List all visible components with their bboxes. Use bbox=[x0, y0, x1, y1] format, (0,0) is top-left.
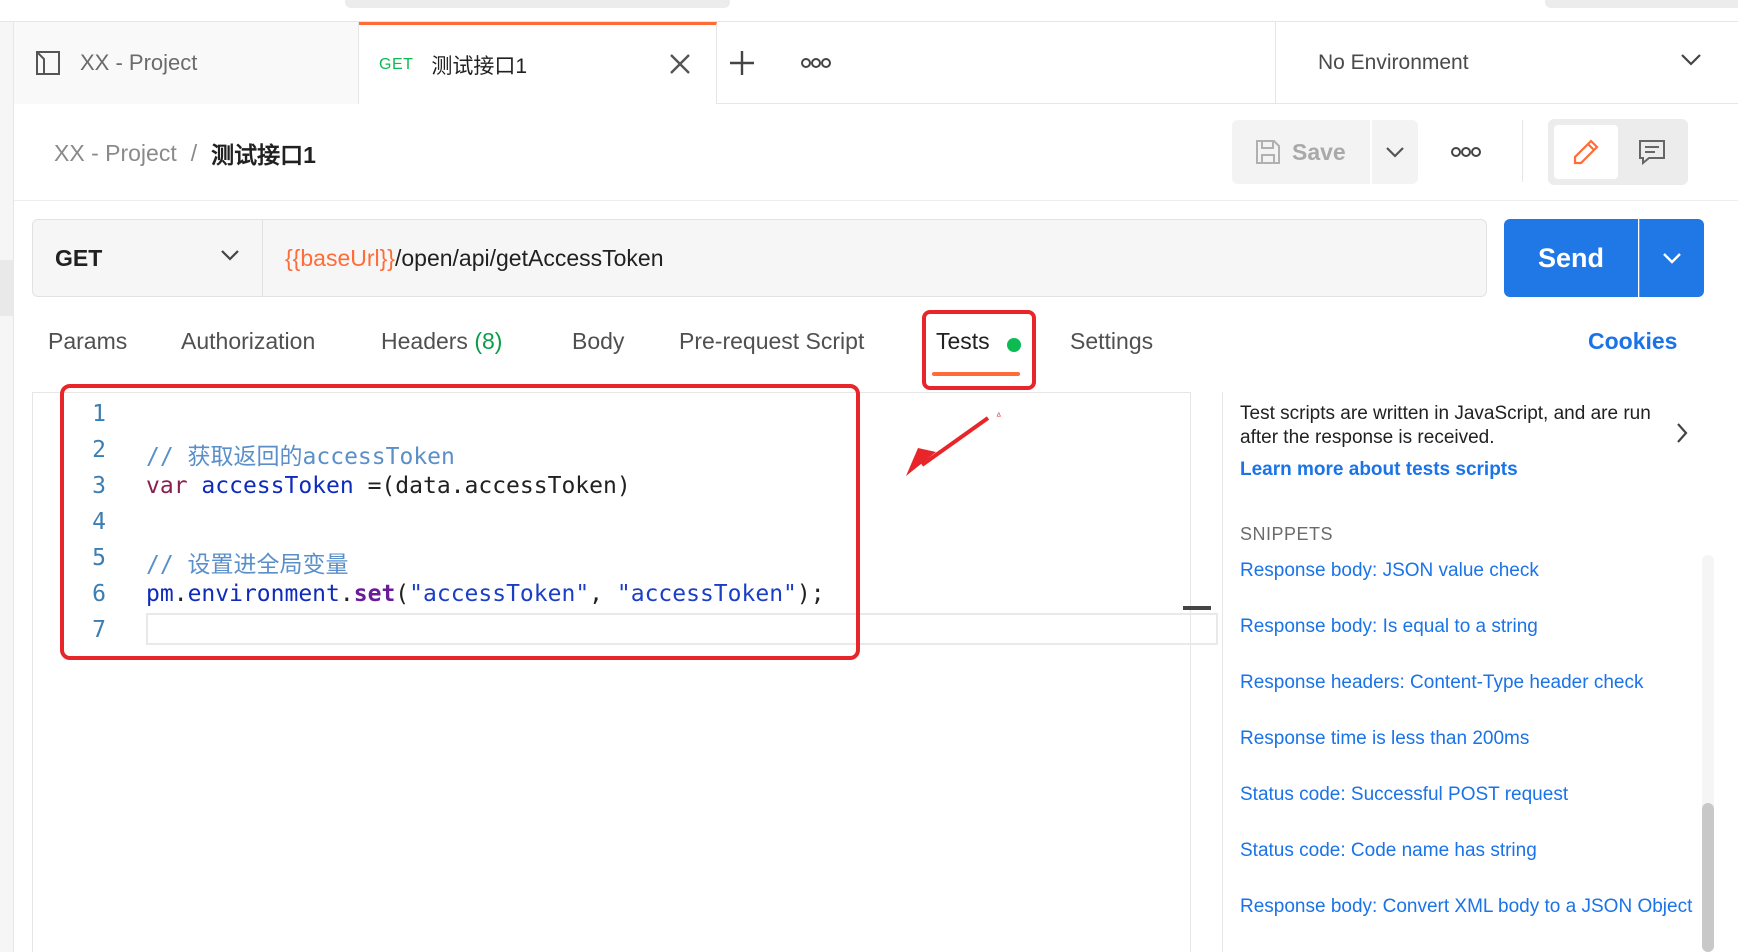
left-edge-panel bbox=[0, 22, 14, 952]
learn-more-link[interactable]: Learn more about tests scripts bbox=[1240, 459, 1518, 481]
save-label: Save bbox=[1292, 138, 1346, 165]
snippets-description: Test scripts are written in JavaScript, … bbox=[1240, 403, 1651, 448]
edit-mode-button[interactable] bbox=[1554, 125, 1618, 179]
method-selector[interactable]: GET bbox=[32, 219, 263, 297]
chevron-down-icon bbox=[1662, 252, 1682, 264]
breadcrumb-current[interactable]: 测试接口1 bbox=[211, 136, 316, 170]
chevron-down-icon bbox=[1680, 53, 1702, 67]
method-label: GET bbox=[55, 244, 103, 271]
collection-icon bbox=[34, 49, 62, 77]
snippet-link[interactable]: Response headers: Content-Type header ch… bbox=[1240, 671, 1695, 695]
tab-label: XX - Project bbox=[80, 50, 198, 75]
tab-label: 测试接口1 bbox=[431, 54, 528, 78]
view-mode-toggle bbox=[1548, 119, 1688, 185]
tab-body[interactable]: Body bbox=[572, 328, 624, 355]
close-icon[interactable] bbox=[668, 52, 692, 76]
edit-icon bbox=[1571, 137, 1601, 167]
tab-project-overview[interactable]: XX - Project bbox=[14, 22, 359, 104]
snippet-link[interactable]: Response body: Convert XML body to a JSO… bbox=[1240, 895, 1695, 919]
annotation-box-tests-tab bbox=[922, 310, 1036, 390]
annotation-box-code bbox=[60, 384, 860, 660]
environment-selector[interactable]: No Environment bbox=[1275, 22, 1738, 104]
snippet-link[interactable]: Status code: Code name has string bbox=[1240, 839, 1695, 863]
toolbar-divider bbox=[1522, 120, 1523, 182]
tab-options-button[interactable] bbox=[786, 22, 846, 104]
tab-authorization[interactable]: Authorization bbox=[181, 328, 315, 355]
tab-headers[interactable]: Headers (8) bbox=[381, 328, 502, 355]
editor-scrollbar[interactable] bbox=[1183, 392, 1222, 952]
send-button[interactable]: Send bbox=[1504, 219, 1638, 297]
save-button[interactable]: Save bbox=[1232, 120, 1370, 184]
header-divider bbox=[14, 200, 1738, 201]
breadcrumb: XX - Project / 测试接口1 bbox=[54, 136, 316, 170]
breadcrumb-separator: / bbox=[190, 139, 198, 166]
chevron-right-icon[interactable] bbox=[1676, 422, 1688, 444]
tab-params[interactable]: Params bbox=[48, 328, 127, 355]
comments-button[interactable] bbox=[1620, 125, 1684, 179]
request-options-button[interactable] bbox=[1440, 120, 1492, 184]
arrow-annotation bbox=[900, 410, 990, 480]
snippets-title: SNIPPETS bbox=[1240, 524, 1334, 544]
more-icon bbox=[1451, 146, 1481, 158]
tab-settings[interactable]: Settings bbox=[1070, 328, 1153, 355]
tab-method-badge: GET bbox=[379, 55, 414, 73]
new-tab-button[interactable] bbox=[712, 22, 772, 104]
tab-headers-label: Headers bbox=[381, 328, 468, 354]
snippet-link[interactable]: Response body: JSON value check bbox=[1240, 559, 1695, 583]
url-path: /open/api/getAccessToken bbox=[394, 244, 664, 271]
chevron-down-icon bbox=[220, 249, 240, 261]
window-top-strip bbox=[0, 0, 1738, 22]
snippet-link[interactable]: Response time is less than 200ms bbox=[1240, 727, 1695, 751]
send-options-button[interactable] bbox=[1639, 219, 1704, 297]
url-variable: {{baseUrl}} bbox=[285, 244, 395, 271]
snippets-scrollbar[interactable] bbox=[1702, 555, 1714, 952]
snippet-link[interactable]: Status code: Successful POST request bbox=[1240, 783, 1695, 807]
snippet-link[interactable]: Response body: Is equal to a string bbox=[1240, 615, 1695, 639]
tab-prerequest-script[interactable]: Pre-request Script bbox=[679, 328, 864, 355]
chevron-down-icon bbox=[1385, 146, 1405, 158]
breadcrumb-parent[interactable]: XX - Project bbox=[54, 140, 177, 167]
headers-count: (8) bbox=[474, 328, 503, 354]
url-input[interactable]: {{baseUrl}}/open/api/getAccessToken bbox=[262, 219, 1487, 297]
send-label: Send bbox=[1537, 242, 1604, 273]
save-options-button[interactable] bbox=[1372, 120, 1418, 184]
save-icon bbox=[1254, 138, 1282, 166]
cookies-link[interactable]: Cookies bbox=[1588, 328, 1677, 355]
tab-request-active[interactable]: GET 测试接口1 bbox=[359, 22, 717, 104]
plus-icon bbox=[729, 50, 755, 76]
annotation-mark: ᐞ bbox=[996, 412, 1002, 423]
more-icon bbox=[801, 57, 831, 69]
environment-label: No Environment bbox=[1318, 51, 1469, 74]
comments-icon bbox=[1637, 137, 1667, 167]
